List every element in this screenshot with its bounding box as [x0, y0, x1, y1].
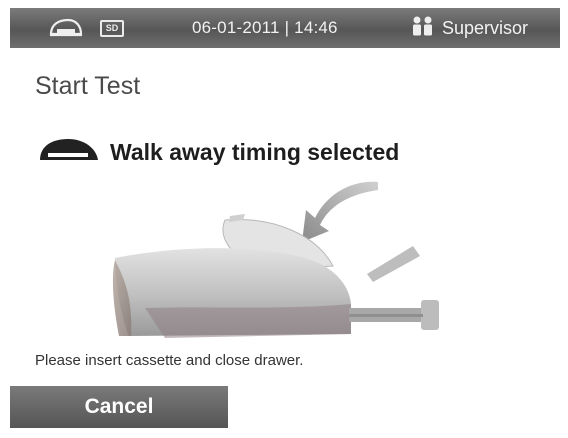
datetime: 06-01-2011 | 14:46: [192, 18, 338, 37]
status-bar: SD 06-01-2011 | 14:46 Supervisor: [10, 8, 560, 48]
sd-card-label: SD: [100, 19, 124, 37]
user-label: Supervisor: [442, 17, 529, 38]
page-title: Start Test: [35, 72, 141, 100]
cancel-button[interactable]: Cancel: [10, 386, 228, 428]
analyzer-illustration: [105, 176, 445, 349]
screen-frame: SD 06-01-2011 | 14:46 Supervisor Start T…: [10, 8, 560, 428]
user-indicator[interactable]: Supervisor: [410, 8, 528, 48]
timing-label: Walk away timing selected: [110, 139, 400, 165]
user-icon: [410, 15, 436, 42]
instruction-text: Please insert cassette and close drawer.: [35, 352, 304, 369]
cassette-icon: [48, 8, 84, 48]
sd-card-icon: SD: [100, 8, 124, 48]
cassette-icon: [38, 136, 100, 169]
timing-indicator: Walk away timing selected: [38, 136, 399, 169]
